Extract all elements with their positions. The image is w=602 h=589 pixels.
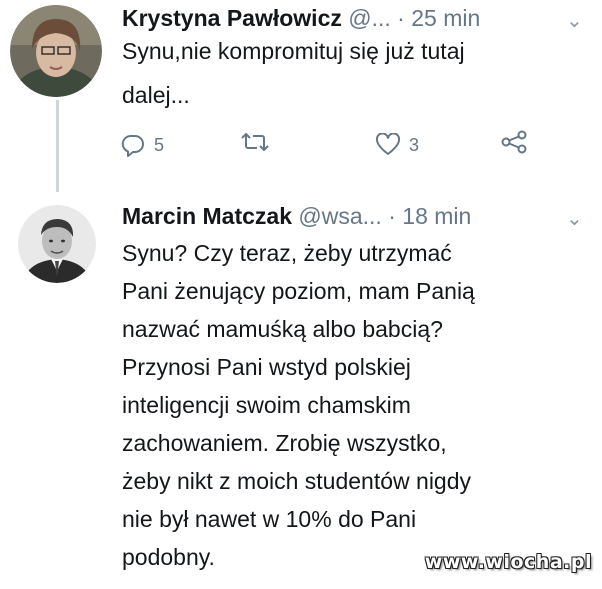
heart-icon (375, 133, 401, 157)
author-handle[interactable]: @wsa... (298, 203, 381, 229)
author-name[interactable]: Marcin Matczak (122, 203, 292, 229)
like-button[interactable]: 3 (375, 130, 419, 160)
tweet-thread-screenshot: { "tweets": [ { "author_name": "Krystyna… (0, 0, 602, 589)
chevron-down-icon[interactable]: ⌄ (566, 206, 583, 231)
tweet-text: Synu? Czy teraz, żeby utrzymać Pani żenu… (122, 240, 475, 570)
like-count: 3 (409, 135, 420, 155)
author-handle[interactable]: @... (348, 5, 391, 31)
author-name[interactable]: Krystyna Pawłowicz (122, 5, 342, 31)
thread-connector-line (56, 100, 59, 192)
watermark: www.wiocha.pl (424, 551, 592, 573)
separator-dot: · (397, 5, 405, 31)
avatar[interactable] (10, 5, 102, 97)
retweet-button[interactable] (240, 130, 278, 154)
share-icon (500, 130, 528, 154)
separator-dot: · (388, 203, 396, 229)
tweet-text: Synu,nie kompromituj się już tutaj dalej… (122, 38, 465, 108)
timestamp[interactable]: 25 min (411, 5, 480, 31)
tweet-actions: 5 3 (120, 130, 540, 160)
reply-count: 5 (154, 135, 165, 155)
tweet-header: Krystyna Pawłowicz @... · 25 min (122, 4, 480, 32)
share-button[interactable] (500, 130, 528, 154)
tweet-header: Marcin Matczak @wsa... · 18 min (122, 202, 471, 230)
timestamp[interactable]: 18 min (402, 203, 471, 229)
retweet-icon (240, 130, 270, 154)
avatar[interactable] (18, 205, 96, 283)
reply-button[interactable]: 5 (120, 130, 164, 160)
reply-icon (120, 133, 146, 157)
